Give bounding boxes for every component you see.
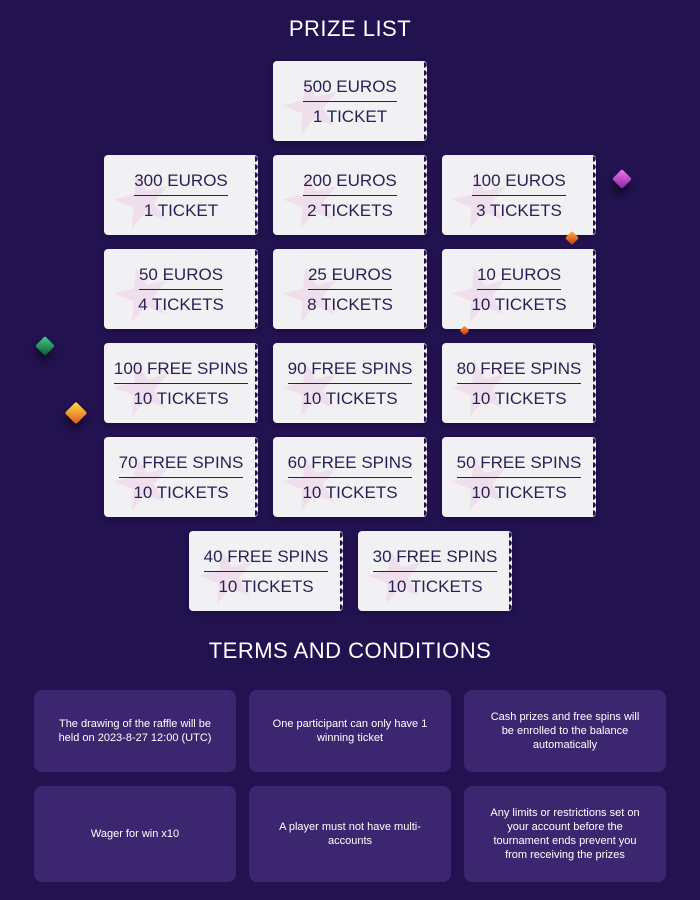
term-card: One participant can only have 1 winning … [249, 690, 451, 772]
prize-amount: 500 EUROS [303, 77, 397, 102]
prize-amount: 25 EUROS [307, 265, 393, 290]
ticket-watermark-icon: ★ [444, 252, 518, 329]
ticket-watermark-icon: ★ [106, 158, 180, 235]
prize-ticket-count: 4 TICKETS [138, 295, 224, 314]
prize-amount: 50 EUROS [138, 265, 224, 290]
gem-icon [64, 401, 88, 425]
prize-ticket: ★ 90 FREE SPINS 10 TICKETS [273, 343, 427, 423]
prize-ticket-count: 10 TICKETS [471, 389, 567, 408]
prize-amount: 100 EUROS [472, 171, 566, 196]
prize-amount: 200 EUROS [303, 171, 397, 196]
ticket-watermark-icon: ★ [275, 346, 349, 423]
prize-ticket: ★ 30 FREE SPINS 10 TICKETS [358, 531, 512, 611]
prize-ticket-count: 3 TICKETS [476, 201, 562, 220]
term-text: Wager for win x10 [90, 828, 180, 840]
ticket-watermark-icon: ★ [275, 64, 349, 141]
ticket-watermark-icon: ★ [106, 252, 180, 329]
prize-amount: 50 FREE SPINS [456, 453, 582, 478]
prize-ticket-count: 10 TICKETS [302, 389, 398, 408]
prize-ticket-count: 10 TICKETS [302, 483, 398, 502]
prize-ticket: ★ 200 EUROS 2 TICKETS [273, 155, 427, 235]
ticket-watermark-icon: ★ [360, 534, 434, 611]
prize-ticket: ★ 100 FREE SPINS 10 TICKETS [104, 343, 258, 423]
prize-ticket-count: 1 TICKET [312, 107, 388, 126]
term-text: Any limits or restrictions set on your a… [490, 807, 640, 861]
term-text: The drawing of the raffle will be held o… [58, 718, 212, 744]
prize-ticket: ★ 300 EUROS 1 TICKET [104, 155, 258, 235]
prize-list: ★ 500 EUROS 1 TICKET ★ 300 EUROS 1 TICKE… [0, 0, 700, 620]
prize-ticket-count: 1 TICKET [143, 201, 219, 220]
prize-amount: 10 EUROS [476, 265, 562, 290]
prize-ticket: ★ 60 FREE SPINS 10 TICKETS [273, 437, 427, 517]
prize-ticket-count: 10 TICKETS [471, 483, 567, 502]
term-card: Any limits or restrictions set on your a… [464, 786, 666, 882]
term-text: Cash prizes and free spins will be enrol… [490, 711, 640, 751]
ticket-watermark-icon: ★ [106, 440, 180, 517]
gem-icon [612, 169, 632, 189]
ticket-watermark-icon: ★ [275, 158, 349, 235]
term-card: A player must not have multi-accounts [249, 786, 451, 882]
prize-amount: 70 FREE SPINS [118, 453, 244, 478]
prize-ticket-count: 10 TICKETS [471, 295, 567, 314]
prize-amount: 30 FREE SPINS [372, 547, 498, 572]
prize-ticket: ★ 40 FREE SPINS 10 TICKETS [189, 531, 343, 611]
ticket-watermark-icon: ★ [444, 440, 518, 517]
prize-ticket-count: 8 TICKETS [307, 295, 393, 314]
terms-title: TERMS AND CONDITIONS [208, 638, 492, 663]
prize-amount: 90 FREE SPINS [287, 359, 413, 384]
ticket-watermark-icon: ★ [275, 440, 349, 517]
prize-ticket-count: 10 TICKETS [133, 389, 229, 408]
prize-ticket: ★ 50 EUROS 4 TICKETS [104, 249, 258, 329]
prize-ticket: ★ 70 FREE SPINS 10 TICKETS [104, 437, 258, 517]
ticket-watermark-icon: ★ [444, 346, 518, 423]
prize-amount: 100 FREE SPINS [113, 359, 249, 384]
term-card: Cash prizes and free spins will be enrol… [464, 690, 666, 772]
ticket-watermark-icon: ★ [275, 252, 349, 329]
prize-ticket-count: 2 TICKETS [307, 201, 393, 220]
ticket-watermark-icon: ★ [191, 534, 265, 611]
prize-ticket-count: 10 TICKETS [387, 577, 483, 596]
ticket-watermark-icon: ★ [106, 346, 180, 423]
prize-ticket: ★ 100 EUROS 3 TICKETS [442, 155, 596, 235]
prize-ticket-count: 10 TICKETS [218, 577, 314, 596]
prize-amount: 80 FREE SPINS [456, 359, 582, 384]
prize-amount: 300 EUROS [134, 171, 228, 196]
prize-ticket-count: 10 TICKETS [133, 483, 229, 502]
ticket-watermark-icon: ★ [444, 158, 518, 235]
prize-ticket: ★ 50 FREE SPINS 10 TICKETS [442, 437, 596, 517]
prize-ticket: ★ 25 EUROS 8 TICKETS [273, 249, 427, 329]
term-text: A player must not have multi-accounts [279, 821, 421, 847]
term-card: Wager for win x10 [34, 786, 236, 882]
term-text: One participant can only have 1 winning … [272, 718, 428, 744]
prize-ticket: ★ 500 EUROS 1 TICKET [273, 61, 427, 141]
prize-ticket: ★ 80 FREE SPINS 10 TICKETS [442, 343, 596, 423]
prize-amount: 60 FREE SPINS [287, 453, 413, 478]
term-card: The drawing of the raffle will be held o… [34, 690, 236, 772]
prize-ticket: ★ 10 EUROS 10 TICKETS [442, 249, 596, 329]
prize-amount: 40 FREE SPINS [203, 547, 329, 572]
gem-icon [35, 336, 55, 356]
